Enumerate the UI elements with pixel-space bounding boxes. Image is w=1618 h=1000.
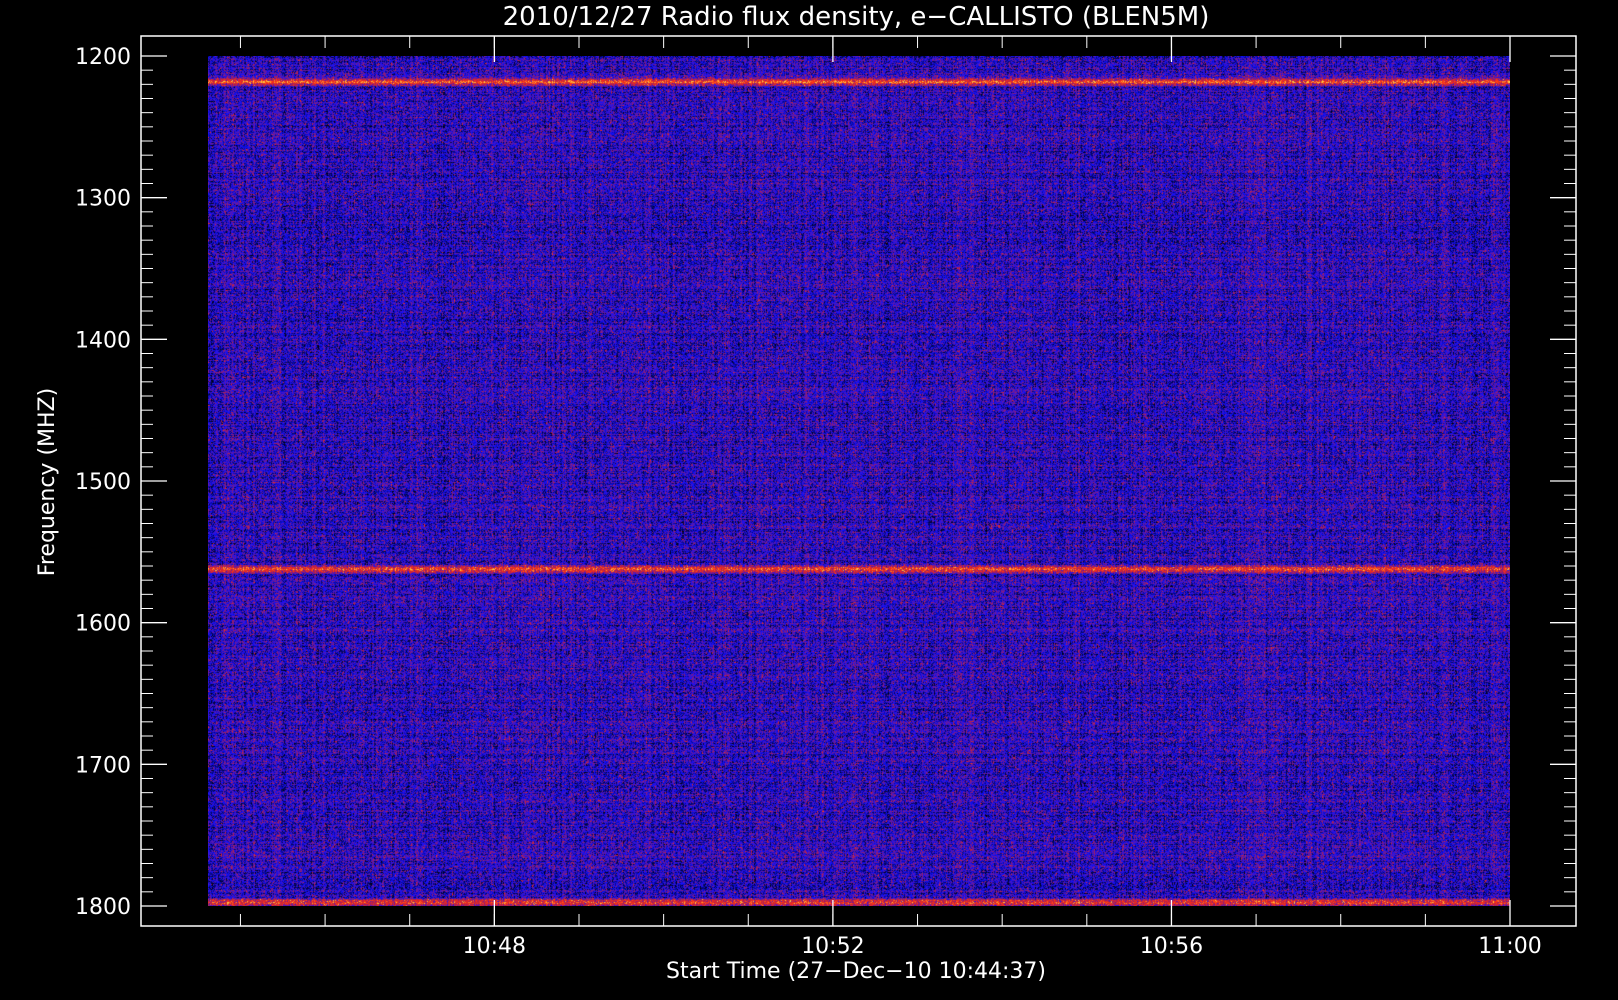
y-axis-label: Frequency (MHZ) [35, 388, 60, 576]
x-tick-label: 10:48 [463, 934, 526, 959]
y-tick-label: 1200 [75, 45, 131, 70]
spectrogram-chart: 2010/12/27 Radio flux density, e−CALLIST… [0, 0, 1618, 1000]
y-tick-label: 1300 [75, 187, 131, 212]
y-tick-label: 1700 [75, 753, 131, 778]
x-tick-label: 10:56 [1140, 934, 1203, 959]
y-tick-label: 1800 [75, 895, 131, 920]
chart-title: 2010/12/27 Radio flux density, e−CALLIST… [503, 2, 1210, 32]
x-tick-label: 10:52 [801, 934, 864, 959]
x-axis-label: Start Time (27−Dec−10 10:44:37) [666, 959, 1046, 984]
heatmap-layer [208, 56, 1510, 906]
chart-svg: 2010/12/27 Radio flux density, e−CALLIST… [35, 2, 1577, 984]
spectrogram-raster [208, 56, 1510, 906]
y-tick-label: 1600 [75, 612, 131, 637]
y-tick-label: 1400 [75, 328, 131, 353]
y-tick-label: 1500 [75, 470, 131, 495]
x-tick-label: 11:00 [1478, 934, 1541, 959]
